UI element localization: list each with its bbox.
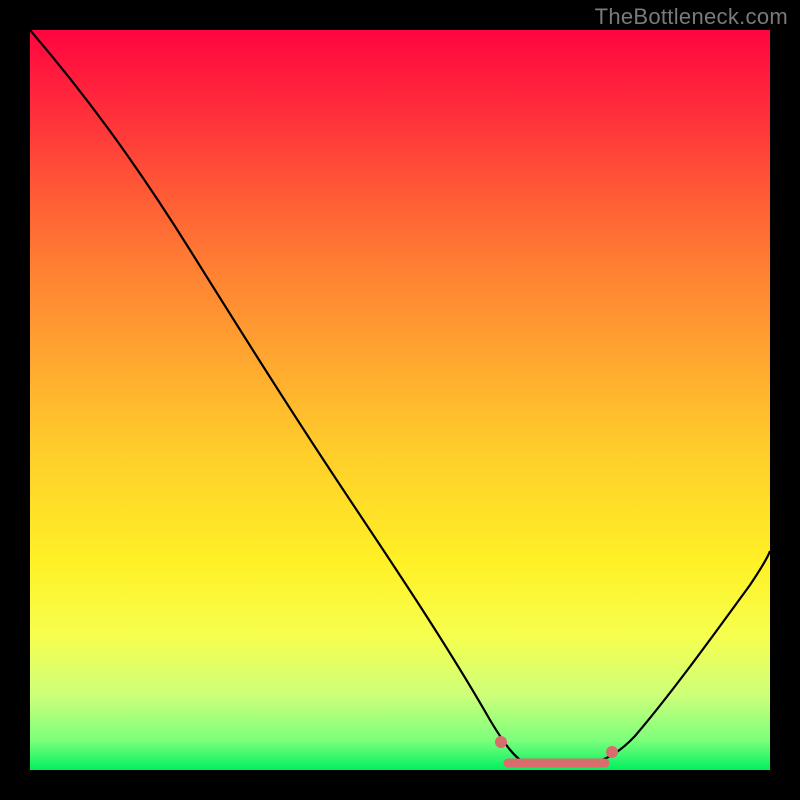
highlight-end-dot — [606, 746, 618, 758]
curve-svg — [30, 30, 770, 770]
watermark-text: TheBottleneck.com — [595, 4, 788, 30]
chart-root: TheBottleneck.com — [0, 0, 800, 800]
plot-area — [30, 30, 770, 770]
highlight-start-dot — [495, 736, 507, 748]
bottleneck-curve — [30, 30, 770, 763]
